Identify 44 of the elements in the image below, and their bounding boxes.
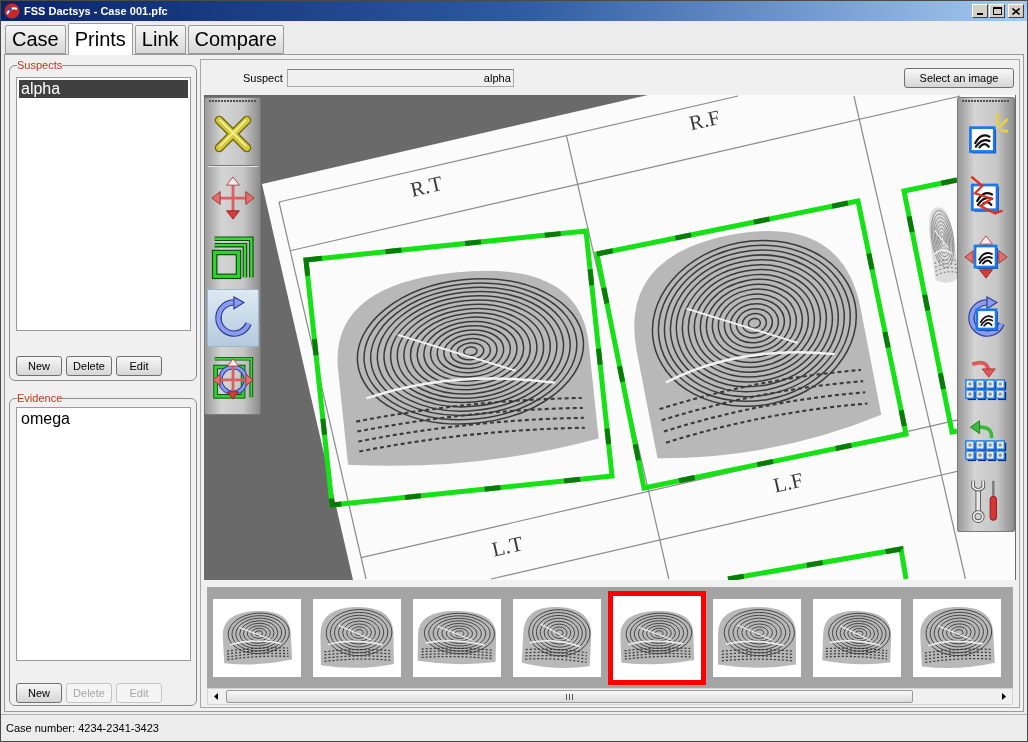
maximize-button[interactable] bbox=[989, 4, 1005, 18]
nested-squares-icon bbox=[210, 236, 255, 280]
thumbnail[interactable] bbox=[608, 590, 706, 685]
grip-icon[interactable] bbox=[208, 100, 257, 103]
tab[interactable]: Link bbox=[134, 25, 186, 54]
maximize-icon bbox=[992, 7, 1002, 15]
right-arrow-icon bbox=[1002, 693, 1006, 700]
grip-icon bbox=[566, 693, 573, 700]
tab[interactable]: Case bbox=[5, 25, 66, 54]
card-label: L.T bbox=[489, 531, 526, 562]
action-button[interactable]: Edit bbox=[116, 356, 162, 376]
selection-frame[interactable] bbox=[594, 198, 909, 491]
action-button[interactable]: New bbox=[16, 356, 62, 376]
tool-button[interactable] bbox=[206, 289, 259, 347]
action-button[interactable]: New bbox=[16, 683, 62, 703]
select-image-button[interactable]: Select an image bbox=[904, 67, 1014, 88]
group-title: Suspects bbox=[17, 59, 63, 72]
minimize-button[interactable] bbox=[972, 4, 988, 18]
suspect-field[interactable]: alpha bbox=[286, 68, 514, 87]
squares-circle-arrows-icon bbox=[210, 356, 255, 400]
selection-frame[interactable] bbox=[727, 546, 909, 580]
action-button[interactable]: Delete bbox=[66, 356, 112, 376]
card-label: R.T bbox=[407, 171, 445, 202]
grip-icon[interactable] bbox=[962, 100, 1010, 103]
list-item[interactable]: alpha bbox=[19, 80, 188, 98]
status-text: Case number: 4234-2341-3423 bbox=[6, 722, 159, 734]
tab[interactable]: Compare bbox=[187, 25, 284, 54]
app-logo-icon bbox=[4, 3, 20, 19]
field-label: Suspect bbox=[243, 71, 283, 84]
left-arrow-icon bbox=[214, 693, 218, 700]
minimize-icon bbox=[977, 13, 983, 15]
grid-arrow-back-icon bbox=[964, 417, 1008, 462]
selection-frame[interactable] bbox=[303, 228, 615, 508]
list-item[interactable]: omega bbox=[19, 410, 188, 428]
fingerprint-move-icon bbox=[964, 234, 1008, 279]
tab[interactable]: Prints bbox=[67, 23, 133, 55]
close-icon bbox=[1012, 7, 1020, 15]
group-title: Evidence bbox=[17, 392, 63, 405]
close-button[interactable] bbox=[1008, 4, 1024, 18]
window-title: FSS Dactsys - Case 001.pfc bbox=[24, 5, 168, 17]
card-label: L.F bbox=[771, 467, 806, 498]
move-arrows-icon bbox=[210, 176, 255, 220]
scroll-thumb[interactable] bbox=[226, 690, 913, 703]
card-label: R.F bbox=[686, 105, 723, 136]
